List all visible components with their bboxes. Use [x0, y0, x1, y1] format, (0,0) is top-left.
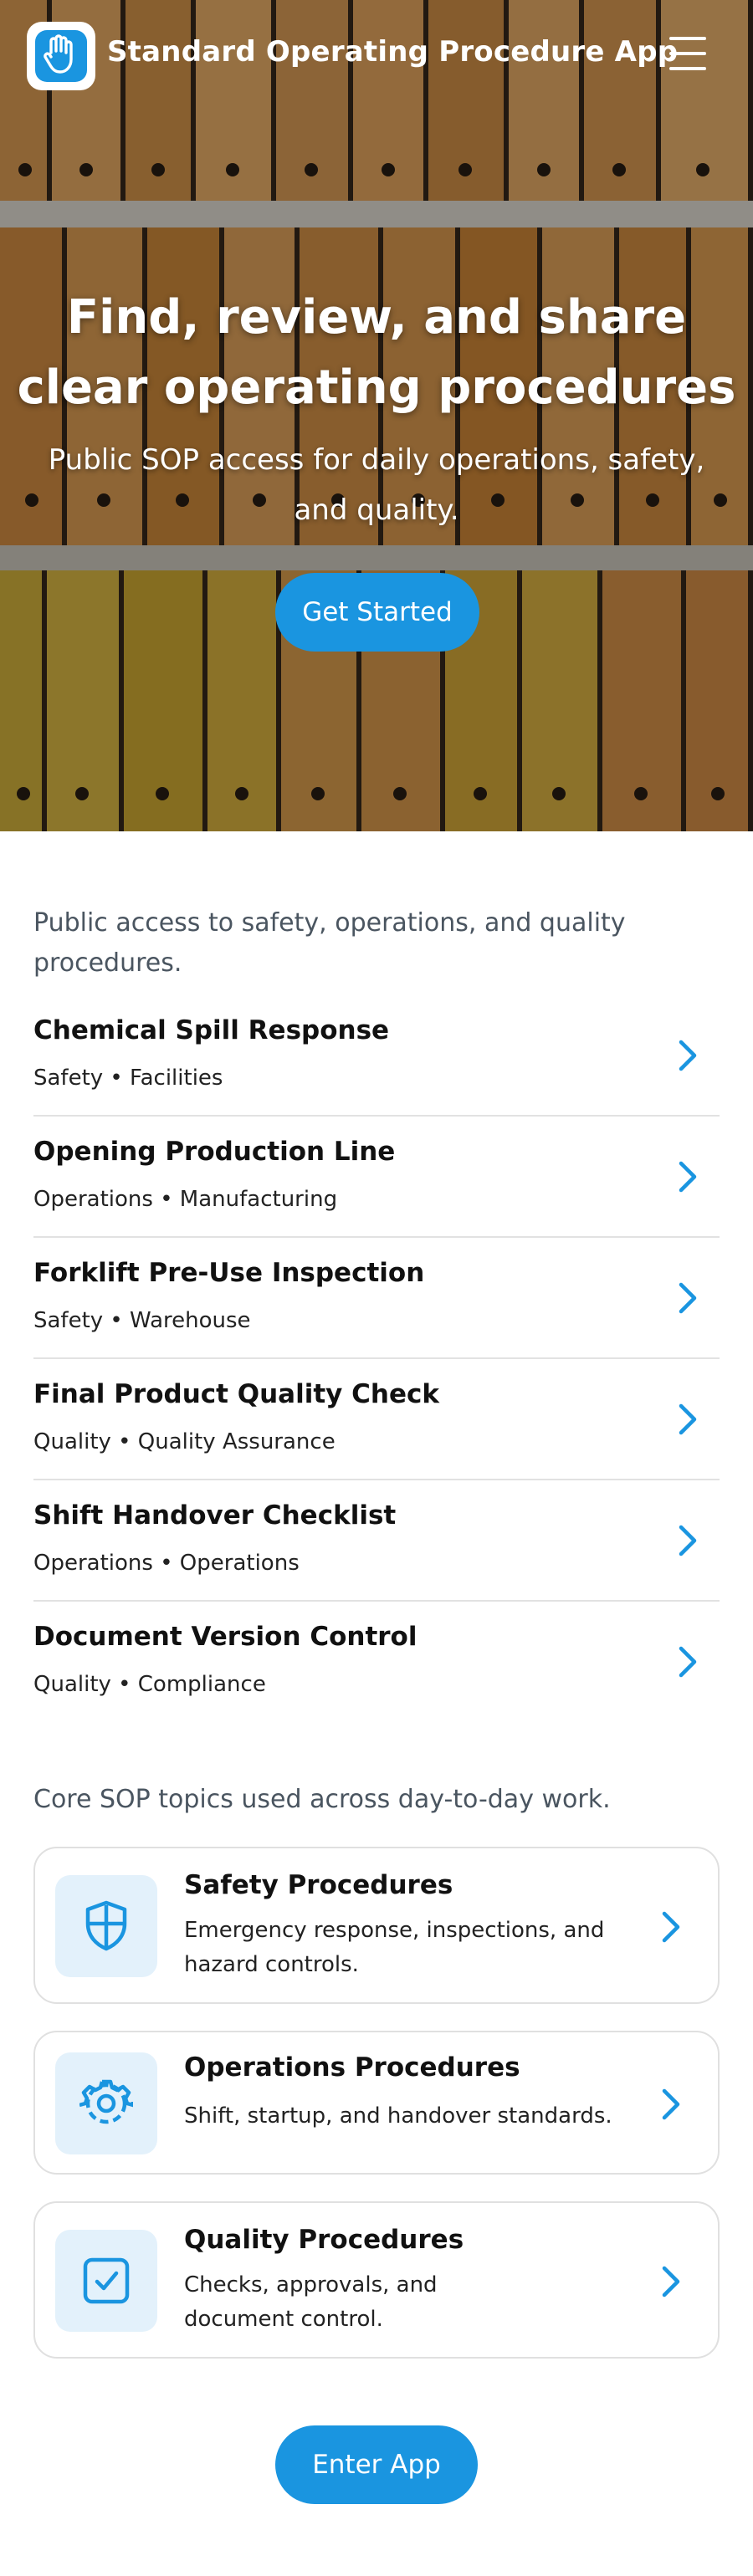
sop-item-meta: Safety • Facilities	[33, 1066, 223, 1091]
sop-item-opening-production-line[interactable]: Opening Production Line Operations • Man…	[33, 1117, 720, 1238]
enter-app-button[interactable]: Enter App	[275, 2425, 478, 2504]
sop-list-intro: Public access to safety, operations, and…	[33, 908, 626, 978]
chevron-right-icon	[662, 1911, 680, 1943]
sop-item-shift-handover-checklist[interactable]: Shift Handover Checklist Operations • Op…	[33, 1480, 720, 1602]
sop-item-title: Final Product Quality Check	[33, 1379, 440, 1409]
app-logo[interactable]	[27, 22, 95, 90]
hamburger-menu-icon[interactable]	[669, 37, 706, 70]
topic-card-description: Emergency response, inspections, and haz…	[184, 1918, 605, 1977]
checkbox-icon	[55, 2230, 157, 2332]
sop-item-title: Document Version Control	[33, 1622, 417, 1652]
topic-card-operations-procedures[interactable]: Operations Procedures Shift, startup, an…	[33, 2031, 720, 2175]
topic-card-title: Operations Procedures	[184, 2052, 520, 2083]
chevron-right-icon	[662, 2266, 680, 2297]
sop-item-title: Shift Handover Checklist	[33, 1500, 397, 1531]
chevron-right-icon	[679, 1525, 697, 1556]
chevron-right-icon	[679, 1282, 697, 1314]
sop-item-meta: Operations • Manufacturing	[33, 1187, 338, 1212]
sop-item-forklift-pre-use-inspection[interactable]: Forklift Pre-Use Inspection Safety • War…	[33, 1238, 720, 1359]
topic-card-title: Safety Procedures	[184, 1870, 453, 1900]
sop-item-document-version-control[interactable]: Document Version Control Quality • Compl…	[33, 1602, 720, 1723]
get-started-button[interactable]: Get Started	[275, 573, 479, 652]
app-title: Standard Operating Procedure App	[107, 35, 679, 69]
hero-section: Standard Operating Procedure App Find, r…	[0, 0, 753, 831]
sop-item-title: Opening Production Line	[33, 1137, 396, 1167]
topic-card-description: Checks, approvals, and document control.	[184, 2272, 438, 2332]
sop-item-meta: Operations • Operations	[33, 1551, 300, 1576]
raised-hand-icon	[43, 34, 79, 78]
sop-item-final-product-quality-check[interactable]: Final Product Quality Check Quality • Qu…	[33, 1359, 720, 1480]
topic-card-safety-procedures[interactable]: Safety Procedures Emergency response, in…	[33, 1847, 720, 2004]
sop-item-title: Forklift Pre-Use Inspection	[33, 1258, 425, 1288]
topic-card-quality-procedures[interactable]: Quality Procedures Checks, approvals, an…	[33, 2201, 720, 2359]
gear-icon	[55, 2052, 157, 2154]
chevron-right-icon	[679, 1403, 697, 1435]
sop-item-meta: Quality • Compliance	[33, 1672, 266, 1697]
sop-item-chemical-spill-response[interactable]: Chemical Spill Response Safety • Facilit…	[33, 995, 720, 1117]
topic-card-title: Quality Procedures	[184, 2225, 464, 2255]
chevron-right-icon	[679, 1646, 697, 1678]
chevron-right-icon	[679, 1040, 697, 1071]
hero-subtitle: Public SOP access for daily operations, …	[48, 443, 705, 527]
shield-icon	[55, 1875, 157, 1977]
hero-title: Find, review, and share clear operating …	[17, 290, 736, 415]
sop-item-meta: Quality • Quality Assurance	[33, 1429, 336, 1454]
sop-item-title: Chemical Spill Response	[33, 1015, 390, 1045]
chevron-right-icon	[662, 2088, 680, 2120]
sop-list: Chemical Spill Response Safety • Facilit…	[33, 995, 720, 1723]
topic-card-description: Shift, startup, and handover standards.	[184, 2103, 612, 2129]
sop-item-meta: Safety • Warehouse	[33, 1308, 251, 1333]
topics-intro: Core SOP topics used across day-to-day w…	[33, 1785, 611, 1814]
top-navigation-bar: Standard Operating Procedure App	[0, 0, 753, 109]
chevron-right-icon	[679, 1161, 697, 1193]
